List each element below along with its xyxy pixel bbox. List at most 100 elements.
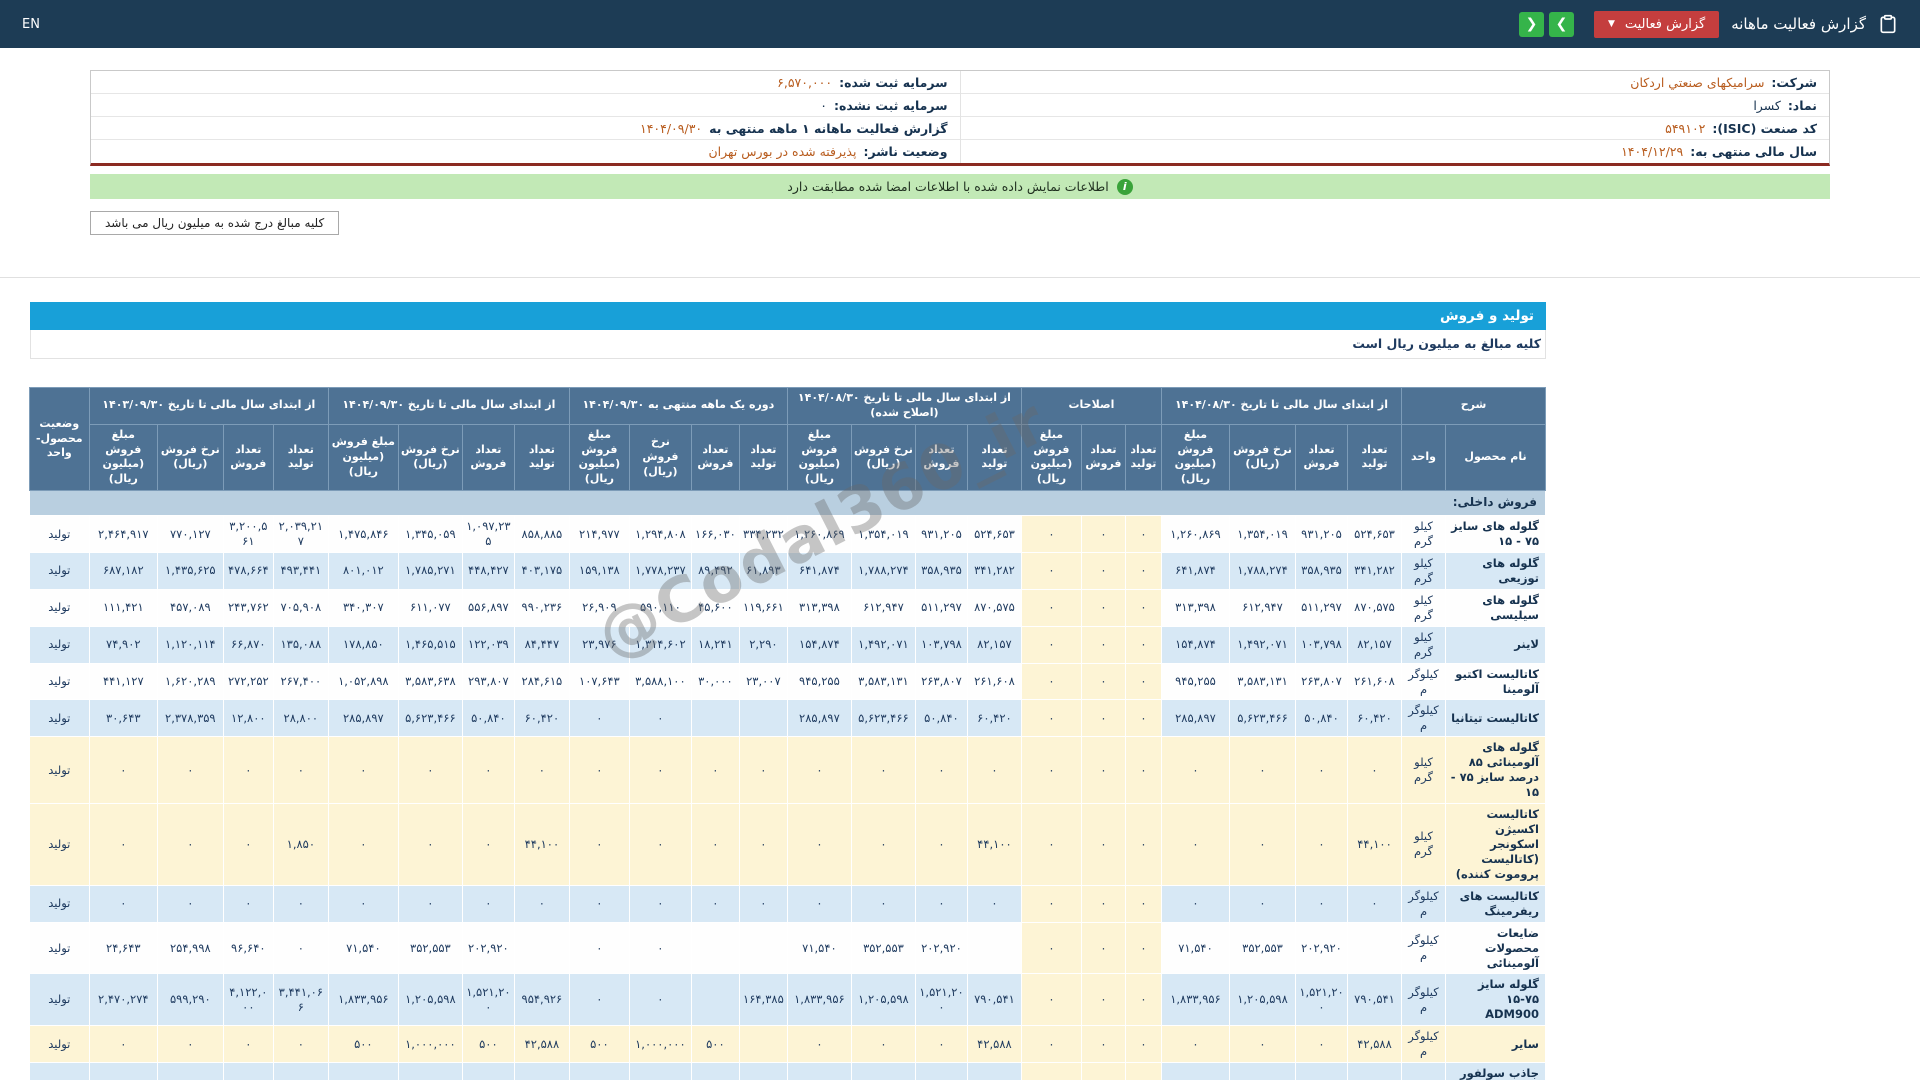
amounts-note: کلیه مبالغ درج شده به میلیون ریال می باش… <box>90 211 339 235</box>
value-cell: ۱,۰۰۰,۰۰۰ <box>398 1026 462 1063</box>
value-cell: ۵,۶۲۳,۴۶۶ <box>851 700 915 737</box>
value-cell: ۰ <box>915 885 967 922</box>
value-cell: ۰ <box>1125 737 1161 804</box>
value-cell: ۵۰,۸۴۰ <box>915 700 967 737</box>
value-cell: ۰ <box>1125 700 1161 737</box>
value-cell: ۳۵۲,۵۵۳ <box>851 922 915 974</box>
value-cell: ۰ <box>328 885 398 922</box>
value-cell: ۱۶۴,۳۸۵ <box>739 974 787 1026</box>
company-info-box: شرکت:سرامیکهای صنعتي اردکاننماد:کسراکد ص… <box>90 70 1830 166</box>
table-currency-note: کلیه مبالغ به میلیون ریال است <box>30 330 1546 359</box>
product-name: گلوله های توزیعی <box>1446 552 1546 589</box>
value-cell: ۱,۲۰۵,۵۹۸ <box>1230 974 1296 1026</box>
value-cell: ۳,۵۸۳,۶۳۸ <box>398 663 462 700</box>
product-name: کاتالیست های ریفرمینگ <box>1446 885 1546 922</box>
value-cell: ۱,۷۸۸,۲۷۴ <box>851 552 915 589</box>
value-cell: ۱,۲۶۰,۸۶۹ <box>787 516 851 553</box>
value-cell: ۰ <box>223 1026 273 1063</box>
product-name: لاینر <box>1446 626 1546 663</box>
product-status: تولید <box>29 589 89 626</box>
info-value: پذیرفته شده در بورس تهران <box>708 144 856 159</box>
status-column-header: وضعیت محصول-واحد <box>29 388 89 491</box>
value-cell: ۰ <box>1230 737 1296 804</box>
value-cell: ۷۱,۵۴۰ <box>1161 922 1229 974</box>
value-cell: ۴۴,۱۰۰ <box>514 804 569 886</box>
value-cell: ۰ <box>157 885 223 922</box>
value-cell: ۱,۷۷۸,۲۳۷ <box>629 552 691 589</box>
value-cell: ۰ <box>1081 589 1125 626</box>
value-cell: ۰ <box>1021 885 1081 922</box>
value-cell: ۲۵۴,۹۹۸ <box>157 922 223 974</box>
value-cell: ۰ <box>629 974 691 1026</box>
nav-back-button[interactable]: ❮ <box>1519 12 1544 37</box>
value-cell: ۱۱۹,۶۶۱ <box>739 589 787 626</box>
value-cell: ۲۸,۸۰۰ <box>273 700 328 737</box>
nav-forward-button[interactable]: ❯ <box>1549 12 1574 37</box>
value-cell: ۶۰,۴۲۰ <box>1348 700 1402 737</box>
value-cell: ۵۰۰ <box>569 1026 629 1063</box>
value-cell: ۳,۵۸۳,۱۳۱ <box>851 663 915 700</box>
value-cell: ۰ <box>1125 974 1161 1026</box>
value-cell: ۱,۶۲۰,۲۸۹ <box>157 663 223 700</box>
value-cell: ۶۱۲,۹۴۷ <box>851 589 915 626</box>
info-label: شرکت: <box>1771 75 1817 90</box>
value-cell: ۸۲,۱۵۷ <box>1348 626 1402 663</box>
value-cell: ۳۵۲,۵۵۳ <box>398 922 462 974</box>
sub-column-header: تعداد فروش <box>1296 424 1348 490</box>
product-row: گلوله های توزیعیکیلو گرم۳۴۱,۲۸۲۳۵۸,۹۳۵۱,… <box>29 552 1545 589</box>
value-cell: ۴۴,۱۰۰ <box>967 804 1021 886</box>
value-cell: ۰ <box>1021 516 1081 553</box>
value-cell: ۱۵۹,۱۳۸ <box>569 552 629 589</box>
value-cell: ۷۷۰,۱۲۷ <box>157 516 223 553</box>
value-cell: ۰ <box>1021 737 1081 804</box>
value-cell: ۶۸۷,۱۸۲ <box>89 552 157 589</box>
value-cell: ۱,۴۹۲,۰۷۱ <box>1230 626 1296 663</box>
sub-column-header: نرخ فروش (ریال) <box>398 424 462 490</box>
value-cell: ۰ <box>787 1026 851 1063</box>
value-cell: ۲,۴۶۴,۹۱۷ <box>89 516 157 553</box>
value-cell: ۰ <box>273 922 328 974</box>
info-value: کسرا <box>1753 98 1780 113</box>
value-cell: ۱,۲۶۰,۸۶۹ <box>1161 516 1229 553</box>
value-cell: ۰ <box>1161 885 1229 922</box>
value-cell: ۰ <box>398 737 462 804</box>
value-cell: ۰ <box>157 1063 223 1080</box>
report-type-dropdown[interactable]: گزارش فعالیت ▼ <box>1594 11 1719 38</box>
value-cell: ۰ <box>569 1063 629 1080</box>
product-status: تولید <box>29 974 89 1026</box>
value-cell: ۱,۰۹۷,۲۳۵ <box>462 516 514 553</box>
sub-column-header: مبلغ فروش (میلیون ریال) <box>1161 424 1229 490</box>
info-row: سرمایه ثبت شده:۶,۵۷۰,۰۰۰ <box>91 71 960 94</box>
value-cell: ۰ <box>787 737 851 804</box>
sub-column-header: تعداد تولید <box>1125 424 1161 490</box>
value-cell: ۹۶,۶۴۰ <box>223 922 273 974</box>
value-cell <box>739 700 787 737</box>
company-info-left: سرمایه ثبت شده:۶,۵۷۰,۰۰۰ سرمایه ثبت نشده:… <box>91 71 960 163</box>
value-cell: ۲۳,۹۷۶ <box>569 626 629 663</box>
product-row: گلوله های آلومینائی ۸۵ درصد سایز ۷۵ - ۱۵… <box>29 737 1545 804</box>
production-sales-section: تولید و فروش کلیه مبالغ به میلیون ریال ا… <box>30 302 1546 1080</box>
info-value: سرامیکهای صنعتي اردکان <box>1630 75 1764 90</box>
info-label: سرمایه ثبت نشده: <box>834 98 948 113</box>
value-cell: ۰ <box>223 804 273 886</box>
value-cell <box>691 922 739 974</box>
value-cell: ۱,۵۲۱,۲۰۰ <box>462 974 514 1026</box>
product-unit: کیلو گرم <box>1402 737 1446 804</box>
sub-column-header: تعداد تولید <box>967 424 1021 490</box>
value-cell: ۰ <box>569 922 629 974</box>
info-value: ۵۴۹۱۰۲ <box>1665 121 1705 136</box>
value-cell <box>514 922 569 974</box>
value-cell: ۰ <box>89 737 157 804</box>
sub-column-header: تعداد فروش <box>691 424 739 490</box>
value-cell: ۵۱۱,۲۹۷ <box>915 589 967 626</box>
value-cell: ۰ <box>1021 974 1081 1026</box>
product-unit: کیلوگرم <box>1402 700 1446 737</box>
value-cell: ۰ <box>915 1063 967 1080</box>
product-status: تولید <box>29 737 89 804</box>
product-status: تولید <box>29 552 89 589</box>
value-cell <box>691 974 739 1026</box>
value-cell: ۰ <box>1021 1063 1081 1080</box>
language-toggle[interactable]: EN <box>22 17 40 32</box>
sub-column-header: تعداد تولید <box>739 424 787 490</box>
value-cell: ۱,۸۵۰ <box>273 804 328 886</box>
